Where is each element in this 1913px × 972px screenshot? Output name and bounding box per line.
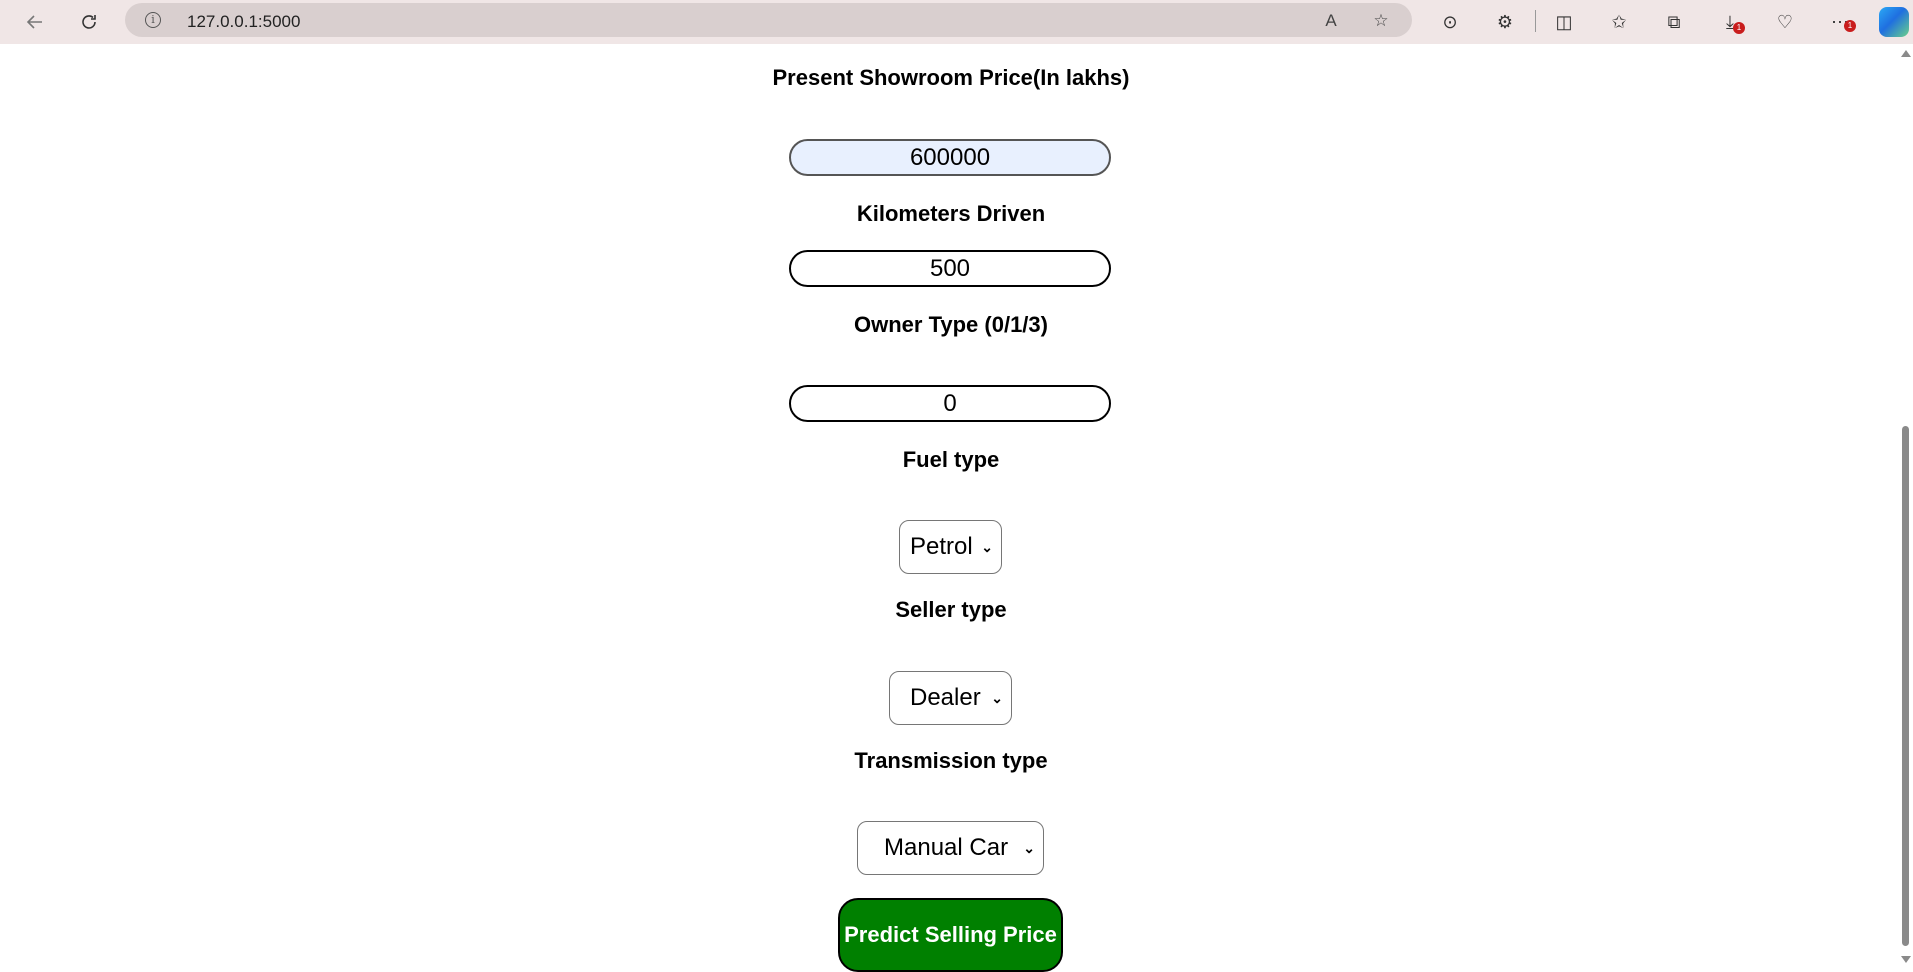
kms-driven-input[interactable] <box>789 250 1111 287</box>
fuel-type-label: Fuel type <box>902 447 1000 472</box>
transmission-type-selected: Manual Car <box>884 834 1009 861</box>
seller-type-select[interactable]: Dealer ⌄ <box>889 671 1012 725</box>
back-arrow-icon <box>26 15 42 29</box>
toolbar-divider <box>1535 10 1536 32</box>
split-screen-icon[interactable]: ◫ <box>1551 9 1577 35</box>
chevron-down-icon: ⌄ <box>1023 840 1035 856</box>
showroom-price-input[interactable] <box>789 139 1111 176</box>
fuel-type-select[interactable]: Petrol ⌄ <box>899 520 1002 574</box>
browser-toolbar: i 127.0.0.1:5000 A ☆ ⊙ ⚙ ◫ ✩ ⧉ ⤓ 1 ♡ ⋯ 1 <box>0 0 1913 44</box>
transmission-type-select[interactable]: Manual Car ⌄ <box>857 821 1044 875</box>
site-info-icon[interactable]: i <box>145 12 161 28</box>
scroll-up-arrow-icon[interactable] <box>1901 50 1911 57</box>
scroll-down-arrow-icon[interactable] <box>1901 956 1911 963</box>
scroll-thumb[interactable] <box>1902 426 1909 946</box>
page-viewport: Present Showroom Price(In lakhs) Kilomet… <box>0 44 1902 972</box>
copilot-icon[interactable] <box>1879 7 1909 37</box>
kms-driven-label: Kilometers Driven <box>856 201 1046 226</box>
browser-essentials-icon[interactable]: ♡ <box>1772 9 1798 35</box>
owner-type-input[interactable] <box>789 385 1111 422</box>
predict-button[interactable]: Predict Selling Price <box>838 898 1063 972</box>
chevron-down-icon: ⌄ <box>981 539 993 555</box>
extensions-icon[interactable]: ⚙ <box>1492 9 1518 35</box>
seller-type-label: Seller type <box>895 597 1007 622</box>
reload-icon <box>82 15 96 29</box>
tracking-prevention-icon[interactable]: ⊙ <box>1437 9 1463 35</box>
owner-type-label: Owner Type (0/1/3) <box>854 312 1048 337</box>
fuel-type-selected: Petrol <box>910 533 973 560</box>
address-bar[interactable]: i 127.0.0.1:5000 A ☆ <box>125 3 1412 37</box>
showroom-price-label: Present Showroom Price(In lakhs) <box>772 65 1130 90</box>
page-scrollbar[interactable] <box>1897 44 1913 972</box>
seller-type-selected: Dealer <box>910 684 981 711</box>
transmission-type-label: Transmission type <box>854 748 1048 773</box>
chevron-down-icon: ⌄ <box>991 690 1003 706</box>
downloads-badge: 1 <box>1733 22 1745 34</box>
more-options-badge: 1 <box>1844 20 1856 32</box>
favorites-icon[interactable]: ✩ <box>1606 9 1632 35</box>
reload-button[interactable] <box>73 6 105 38</box>
collections-icon[interactable]: ⧉ <box>1661 9 1687 35</box>
back-button[interactable] <box>19 6 51 38</box>
read-aloud-icon[interactable]: A <box>1320 10 1342 32</box>
favorite-star-icon[interactable]: ☆ <box>1370 10 1392 32</box>
address-url[interactable]: 127.0.0.1:5000 <box>187 12 300 32</box>
